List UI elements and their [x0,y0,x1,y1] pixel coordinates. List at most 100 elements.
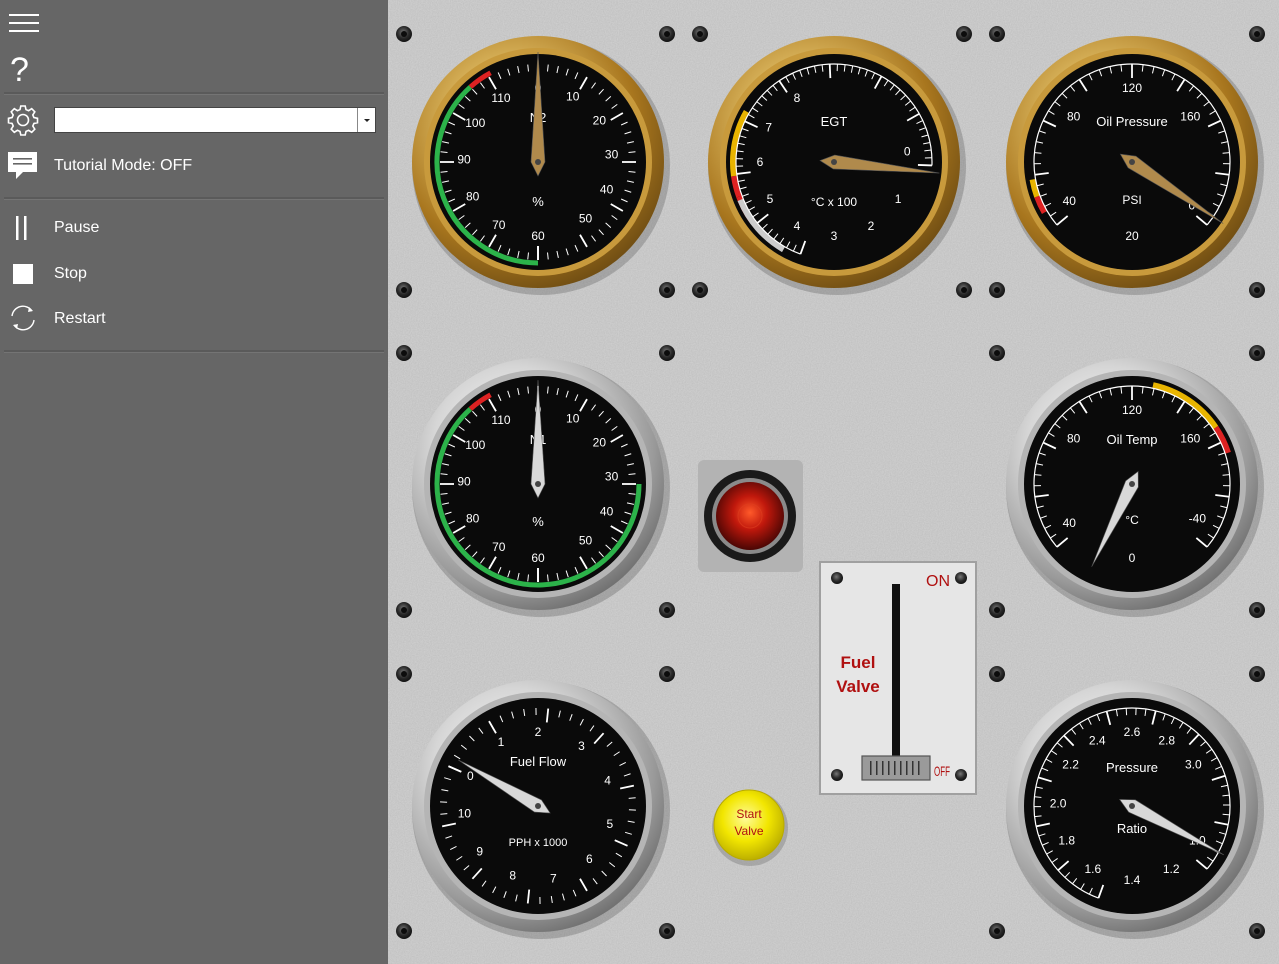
fuel-valve-switch[interactable]: ON Fuel Valve OFF [819,561,977,795]
gauge-needle-hub [1129,159,1135,165]
panel-screw-center [664,671,670,677]
egt-unit: °C x 100 [811,195,857,209]
panel-screw-center [1254,607,1260,613]
pause-button[interactable]: Pause [54,219,99,237]
gauge-tick-label: 6 [757,155,764,169]
panel-screw-center [401,928,407,934]
gauge-tick-label: 110 [491,413,510,427]
oil-temp-title: Oil Temp [1106,432,1157,447]
panel-screw-center [664,607,670,613]
gauge-tick-label: 2.6 [1124,725,1141,739]
handle-ridge [900,761,902,775]
fuel-valve-track [892,584,900,760]
stop-icon[interactable] [13,264,33,284]
gauge-tick-label: 10 [566,412,580,426]
start-valve-label-line1: Start [736,807,762,821]
gauge-minor-tick [1034,474,1042,476]
start-valve-button[interactable]: Start Valve [712,789,788,866]
gauge-tick-label: 80 [466,512,480,526]
panel-screw-center [401,31,407,37]
panel-screw-center [994,31,1000,37]
gauge-tick-label: 60 [531,551,545,565]
gauge-tick-label: 30 [605,469,619,483]
fuel-valve-title-line1: Fuel [841,653,876,672]
instrument-panel: 0102030405060708090100110N2%012345678EGT… [388,0,1279,964]
n2-unit: % [532,194,544,209]
gauge-tick-label: 4 [794,219,801,233]
gauge-tick-label: 70 [492,218,506,232]
gauge-tick-label: 40 [600,505,614,519]
gauge-tick-label: 120 [1122,81,1142,95]
fuel-valve-on-label: ON [926,573,950,590]
gauge-tick-label: 20 [593,436,607,450]
gauge-tick-label: 7 [765,120,772,134]
oil-pressure-title: Oil Pressure [1096,114,1168,129]
panel-screw-center [401,607,407,613]
gauge-tick-label: 2.4 [1089,734,1106,748]
gauge-tick-label: 6 [586,852,593,866]
sidebar-divider [4,92,384,95]
handle-ridge [870,761,872,775]
gauge-tick-label: 30 [605,147,619,161]
tutorial-mode-toggle[interactable]: Tutorial Mode: OFF [54,157,192,175]
gauge-needle-hub [535,481,541,487]
gauge-tick-label: 3 [831,229,838,243]
panel-screw-center [961,31,967,37]
panel-screw-center [994,607,1000,613]
panel-screw-center [697,31,703,37]
restart-icon[interactable] [8,303,38,333]
gauge-minor-tick [1034,152,1042,154]
oil-temp-unit: °C [1125,513,1139,527]
profile-select[interactable] [54,107,376,133]
warning-light-lens [716,482,784,550]
gauge-needle-hub [535,159,541,165]
panel-screw-center [1254,31,1260,37]
panel-screw-center [961,287,967,293]
gauge-tick-label: 40 [1063,194,1077,208]
gauge-tick-label: 1.8 [1058,834,1075,848]
panel-screw-center [1254,287,1260,293]
gauge-tick-label: 8 [794,91,801,105]
gauge-tick-label: 80 [1067,431,1081,445]
chevron-down-icon[interactable] [357,108,375,132]
gauge-tick-label: 2.2 [1062,758,1079,772]
gauge-tick-label: 3.0 [1185,758,1202,772]
gauge-tick-label: 70 [492,540,506,554]
gauge-tick-label: 10 [458,807,472,821]
fuel-valve-handle[interactable] [861,755,931,781]
panel-screw-center [664,928,670,934]
gauge-tick-label: 7 [550,871,557,885]
gauge-tick-label: 50 [579,534,593,548]
handle-ridge [888,761,890,775]
panel-screw-center [1254,928,1260,934]
panel-screw-center [697,287,703,293]
gauge-minor-tick [628,797,636,799]
panel-screw-center [994,350,1000,356]
gauge-tick-label: 0 [467,769,474,783]
gear-icon[interactable] [6,103,40,137]
panel-screw-center [1254,671,1260,677]
gauge-tick-label: 3 [578,739,585,753]
hamburger-menu-icon[interactable] [8,12,40,36]
gauge-major-tick [828,64,832,79]
handle-ridge [894,761,896,775]
gauge-minor-tick [1222,152,1230,154]
panel-screw-center [664,287,670,293]
warning-light [698,460,803,572]
sidebar: ? Tutorial Mode: OFF Pause Stop Restart [0,0,388,964]
gauge-tick-label: 60 [531,229,545,243]
question-mark-icon[interactable]: ? [10,52,38,88]
panel-screw-center [994,671,1000,677]
restart-button[interactable]: Restart [54,310,106,328]
gauge-tick-label: 5 [606,817,613,831]
panel-screw-center [1254,350,1260,356]
gauge-tick-label: 110 [491,91,510,105]
pause-icon[interactable] [14,215,30,241]
fuel-flow-gauge: 0 1 2 3 4 5 6 7 8 9 10 Fuel Flow PPH x 1000 [412,680,670,939]
start-valve-label-line2: Valve [734,824,763,838]
egt-gauge: 0 1 2 3 4 5 6 7 8 EGT °C x 100 [708,36,966,295]
stop-button[interactable]: Stop [54,265,87,283]
gauge-needle-hub [535,803,541,809]
sidebar-divider [4,197,384,200]
panel-screw-center [664,350,670,356]
